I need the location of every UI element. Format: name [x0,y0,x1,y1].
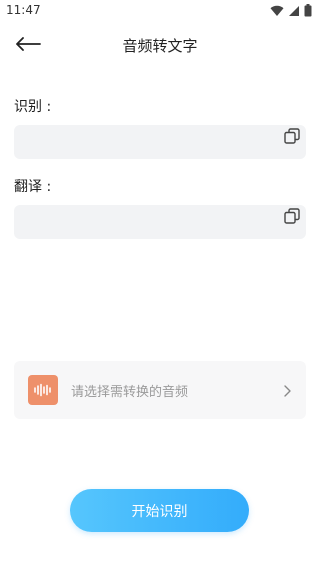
select-audio-placeholder: 请选择需转换的音频 [71,385,189,400]
battery-icon [304,2,312,21]
wifi-icon [270,2,284,21]
audio-wave-icon [28,375,58,405]
copy-icon [284,208,300,228]
copy-translation-button[interactable] [282,208,302,228]
signal-icon [288,2,300,21]
status-icons [270,2,312,21]
copy-recognition-button[interactable] [282,128,302,148]
select-audio-button[interactable]: 请选择需转换的音频 [14,361,306,419]
copy-icon [284,128,300,148]
page-title: 音频转文字 [122,37,198,55]
translation-label: 翻译 : [14,179,52,195]
chevron-right-icon [282,383,292,397]
recognition-label: 识别 : [14,99,52,115]
audio-to-text-screen: 11:47 音频转文字 识别: 翻译: 请选择需转换的音频 开始识别 [0,0,320,568]
recognition-result-box[interactable] [14,125,306,159]
start-recognition-button[interactable]: 开始识别 [70,489,249,532]
status-time: 11:47 [6,3,41,17]
translation-result-box[interactable] [14,205,306,239]
status-bar: 11:47 [0,0,320,22]
header: 音频转文字 [0,22,320,68]
